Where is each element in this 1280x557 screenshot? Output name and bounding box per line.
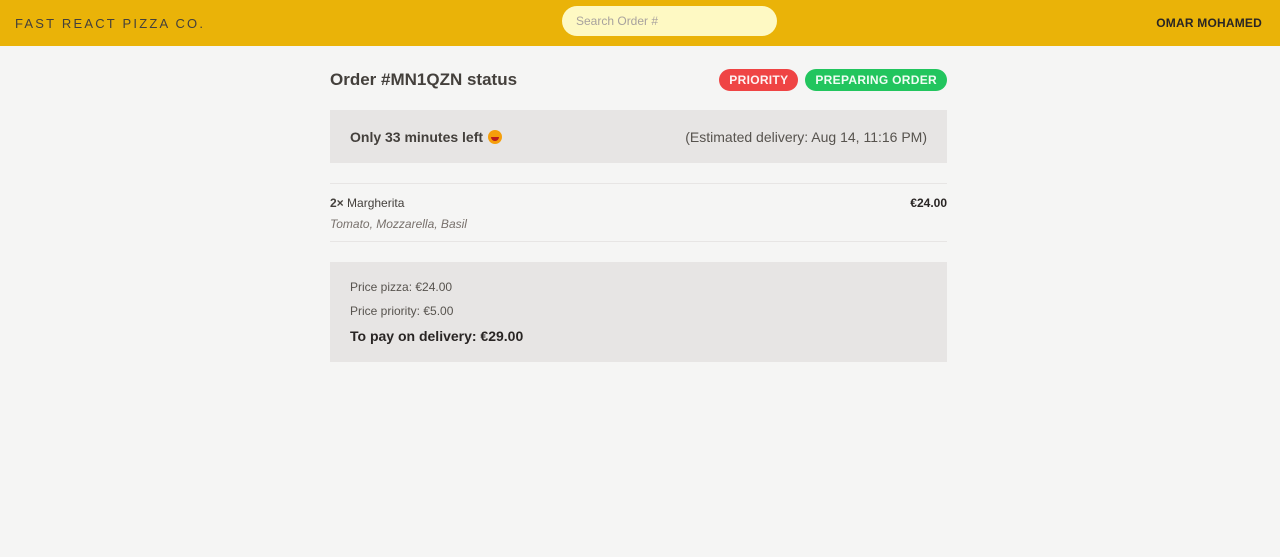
- item-details: 2× Margherita Tomato, Mozzarella, Basil: [330, 196, 467, 231]
- time-left: Only 33 minutes left: [350, 128, 503, 145]
- price-pizza: Price pizza: €24.00: [350, 280, 453, 294]
- priority-badge: Priority: [719, 69, 799, 91]
- price-priority: Price priority: €5.00: [350, 304, 454, 318]
- item-name-line: 2× Margherita: [330, 196, 467, 210]
- order-page: Order #MN1QZN status Priority Preparing …: [330, 46, 947, 362]
- delivery-estimate: Only 33 minutes left (Estimated delivery…: [330, 110, 947, 163]
- price-summary: Price pizza: €24.00 Price priority: €5.0…: [330, 262, 947, 362]
- item-price: €24.00: [910, 196, 947, 210]
- app-header: Fast React Pizza Co. OMAR MOHAMED: [0, 0, 1280, 46]
- status-badges: Priority Preparing order: [719, 69, 947, 91]
- total-to-pay: To pay on delivery: €29.00: [350, 328, 524, 344]
- list-item: 2× Margherita Tomato, Mozzarella, Basil …: [330, 184, 947, 241]
- item-quantity: 2×: [330, 196, 344, 210]
- item-ingredients: Tomato, Mozzarella, Basil: [330, 217, 467, 231]
- grinning-face-icon: [488, 129, 503, 144]
- estimated-delivery: (Estimated delivery: Aug 14, 11:16 PM): [685, 128, 927, 145]
- time-left-text: Only 33 minutes left: [350, 128, 484, 145]
- username: OMAR MOHAMED: [1156, 16, 1262, 30]
- order-items-list: 2× Margherita Tomato, Mozzarella, Basil …: [330, 183, 947, 242]
- search-order-input[interactable]: [562, 6, 777, 36]
- logo-link[interactable]: Fast React Pizza Co.: [15, 16, 205, 31]
- page-title: Order #MN1QZN status: [330, 70, 518, 89]
- order-header: Order #MN1QZN status Priority Preparing …: [330, 68, 947, 92]
- item-name: Margherita: [347, 196, 405, 210]
- status-badge: Preparing order: [805, 69, 947, 91]
